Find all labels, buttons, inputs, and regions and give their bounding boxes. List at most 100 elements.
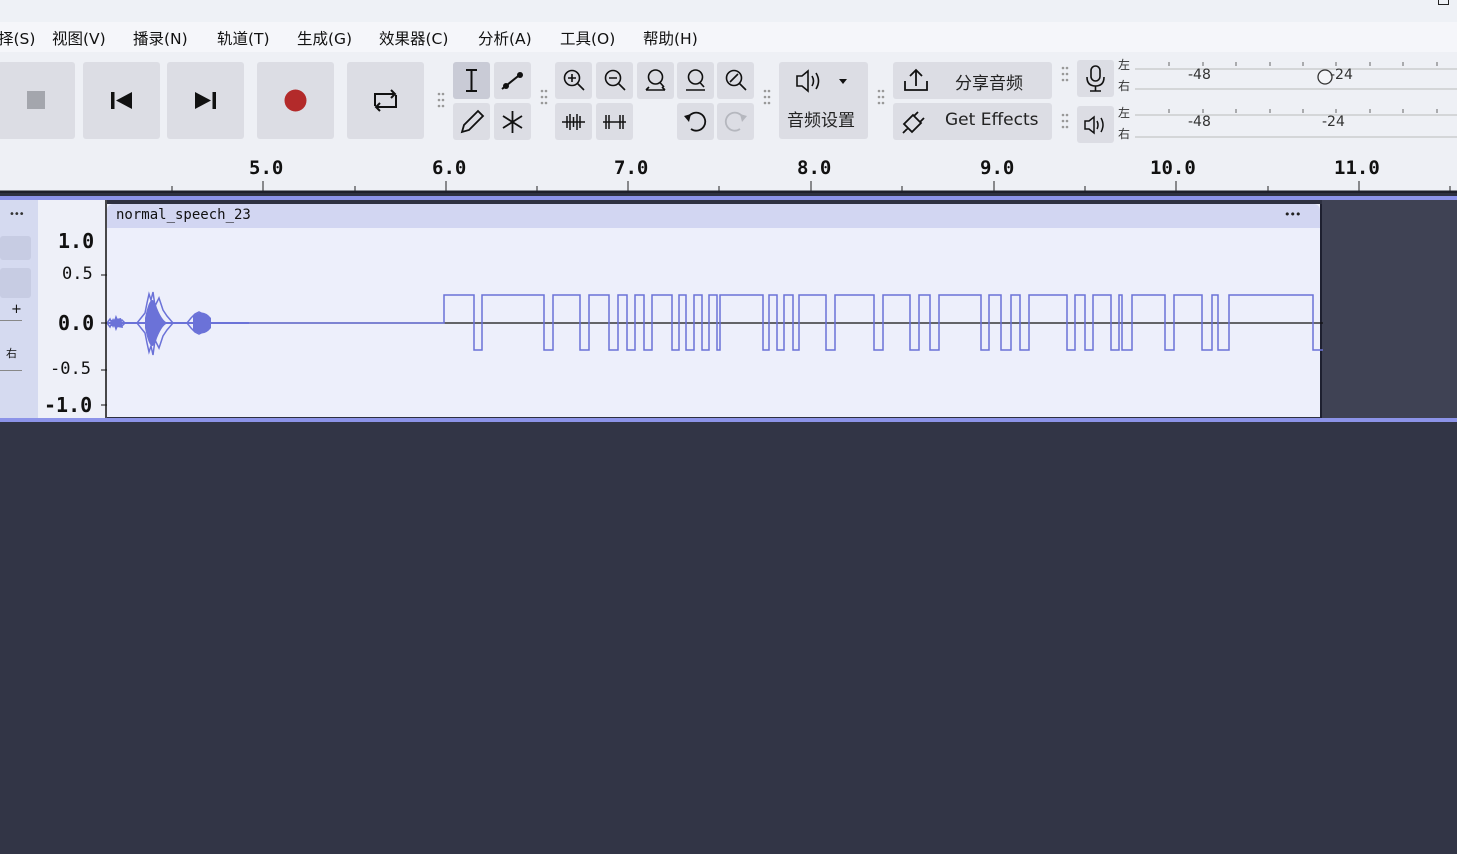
- trim-audio-icon: [562, 114, 585, 130]
- skip-to-start-button[interactable]: [83, 62, 160, 139]
- zoom-toggle-icon: [725, 69, 747, 91]
- playback-meter-right-label: 右: [1118, 127, 1131, 141]
- envelope-tool-button[interactable]: [494, 62, 531, 99]
- redo-icon: [724, 111, 747, 132]
- zoom-out-button[interactable]: [596, 62, 633, 99]
- record-meter-button[interactable]: [1077, 60, 1114, 97]
- ruler-label: 11.0: [1334, 157, 1380, 179]
- undo-button[interactable]: [677, 103, 714, 140]
- solo-button[interactable]: [0, 268, 31, 298]
- clip-name[interactable]: normal_speech_23: [116, 207, 251, 223]
- microphone-icon: [1086, 65, 1105, 92]
- menu-view[interactable]: 视图(V): [52, 27, 106, 49]
- share-audio-label: 分享音频: [955, 74, 1023, 94]
- ruler-label: 6.0: [432, 157, 467, 179]
- ruler-label: 5.0: [249, 157, 284, 179]
- gain-slider[interactable]: [0, 320, 22, 321]
- scale-label: 1.0: [58, 229, 95, 253]
- ruler-ticks: [0, 181, 1457, 193]
- menu-help[interactable]: 帮助(H): [643, 27, 698, 49]
- menu-analyze[interactable]: 分析(A): [478, 27, 532, 49]
- toolbar-grip[interactable]: [437, 91, 445, 113]
- track-control-panel[interactable]: ••• + 右: [0, 200, 38, 418]
- record-button[interactable]: [257, 62, 334, 139]
- waveform: [107, 291, 1323, 356]
- clip-menu-button[interactable]: •••: [1284, 208, 1301, 221]
- get-effects-label: Get Effects: [945, 110, 1039, 130]
- ruler-label: 10.0: [1150, 157, 1196, 179]
- ruler-label: 7.0: [614, 157, 649, 179]
- stop-button[interactable]: [0, 62, 75, 139]
- zoom-selection-icon: [645, 69, 666, 91]
- amplitude-scale[interactable]: 1.0 0.5 0.0 -0.5 -1.0: [38, 200, 107, 418]
- loop-icon: [374, 89, 397, 112]
- timeline-ruler[interactable]: [0, 149, 1457, 193]
- silence-button[interactable]: [596, 103, 633, 140]
- skip-to-end-button[interactable]: [167, 62, 244, 139]
- track-empty-space[interactable]: [1322, 200, 1457, 418]
- trim-button[interactable]: [555, 103, 592, 140]
- toolbar: 音频设置 分享音频 Get Effects 左 右 左 右 -48 -24 -4…: [0, 52, 1457, 149]
- scale-label: -1.0: [44, 393, 93, 417]
- toolbar-grip[interactable]: [540, 88, 548, 110]
- audio-setup-label: 音频设置: [787, 111, 855, 131]
- audio-setup-button[interactable]: 音频设置: [779, 62, 868, 139]
- track-menu-button[interactable]: •••: [9, 209, 25, 220]
- scale-label: -0.5: [50, 359, 91, 379]
- toolbar-grip[interactable]: [1061, 65, 1069, 87]
- get-effects-button[interactable]: Get Effects: [893, 103, 1052, 140]
- record-meter-tick-b: -24: [1330, 67, 1353, 83]
- skip-to-end-icon: [195, 92, 216, 109]
- track-selection-border: [0, 196, 1457, 200]
- menu-bar: 择(S) 视图(V) 播录(N) 轨道(T) 生成(G) 效果器(C) 分析(A…: [0, 22, 1457, 52]
- share-audio-button[interactable]: 分享音频: [893, 62, 1052, 99]
- clip-header[interactable]: [107, 204, 1320, 228]
- level-meter-scales[interactable]: [1135, 57, 1457, 147]
- draw-tool-button[interactable]: [453, 103, 490, 140]
- selection-tool-button[interactable]: [453, 62, 490, 99]
- pan-slider[interactable]: [0, 370, 22, 371]
- record-meter-right-label: 右: [1118, 79, 1131, 93]
- zoom-in-button[interactable]: [555, 62, 592, 99]
- pan-right-label: 右: [6, 347, 17, 360]
- fit-project-button[interactable]: [677, 62, 714, 99]
- loop-button[interactable]: [347, 62, 424, 139]
- zoom-toggle-button[interactable]: [717, 62, 754, 99]
- plug-icon: [902, 111, 925, 134]
- i-beam-icon: [466, 69, 477, 92]
- toolbar-grip[interactable]: [877, 88, 885, 110]
- toolbar-grip[interactable]: [763, 88, 771, 110]
- speaker-dropdown-icon: [796, 69, 847, 93]
- menu-tools[interactable]: 工具(O): [560, 27, 615, 49]
- playback-meter-tick-a: -48: [1188, 114, 1211, 130]
- record-icon: [284, 89, 307, 112]
- menu-effect[interactable]: 效果器(C): [379, 27, 448, 49]
- undo-icon: [684, 111, 707, 132]
- menu-transport[interactable]: 播录(N): [133, 27, 188, 49]
- mute-button[interactable]: [0, 236, 31, 260]
- menu-select[interactable]: 择(S): [0, 27, 35, 49]
- playback-meter-button[interactable]: [1077, 106, 1114, 143]
- silence-audio-icon: [603, 115, 626, 129]
- record-meter-tick-a: -48: [1188, 67, 1211, 83]
- share-upload-icon: [904, 68, 928, 91]
- menu-generate[interactable]: 生成(G): [297, 27, 352, 49]
- multi-tool-button[interactable]: [494, 103, 531, 140]
- gain-plus-label: +: [11, 302, 22, 317]
- fit-selection-button[interactable]: [637, 62, 674, 99]
- ruler-label: 9.0: [980, 157, 1015, 179]
- speaker-icon: [1084, 115, 1104, 135]
- zoom-in-icon: [563, 69, 585, 91]
- record-meter-left-label: 左: [1118, 58, 1131, 72]
- playback-meter-left-label: 左: [1118, 106, 1131, 120]
- ruler-label: 8.0: [797, 157, 832, 179]
- empty-project-area[interactable]: [0, 422, 1457, 854]
- envelope-icon: [501, 72, 523, 90]
- toolbar-grip[interactable]: [1061, 112, 1069, 134]
- menu-tracks[interactable]: 轨道(T): [217, 27, 270, 49]
- playback-meter-tick-b: -24: [1322, 114, 1345, 130]
- scale-label: 0.5: [62, 264, 93, 284]
- title-bar: [0, 0, 1457, 22]
- redo-button[interactable]: [717, 103, 754, 140]
- maximize-icon[interactable]: [1438, 0, 1449, 5]
